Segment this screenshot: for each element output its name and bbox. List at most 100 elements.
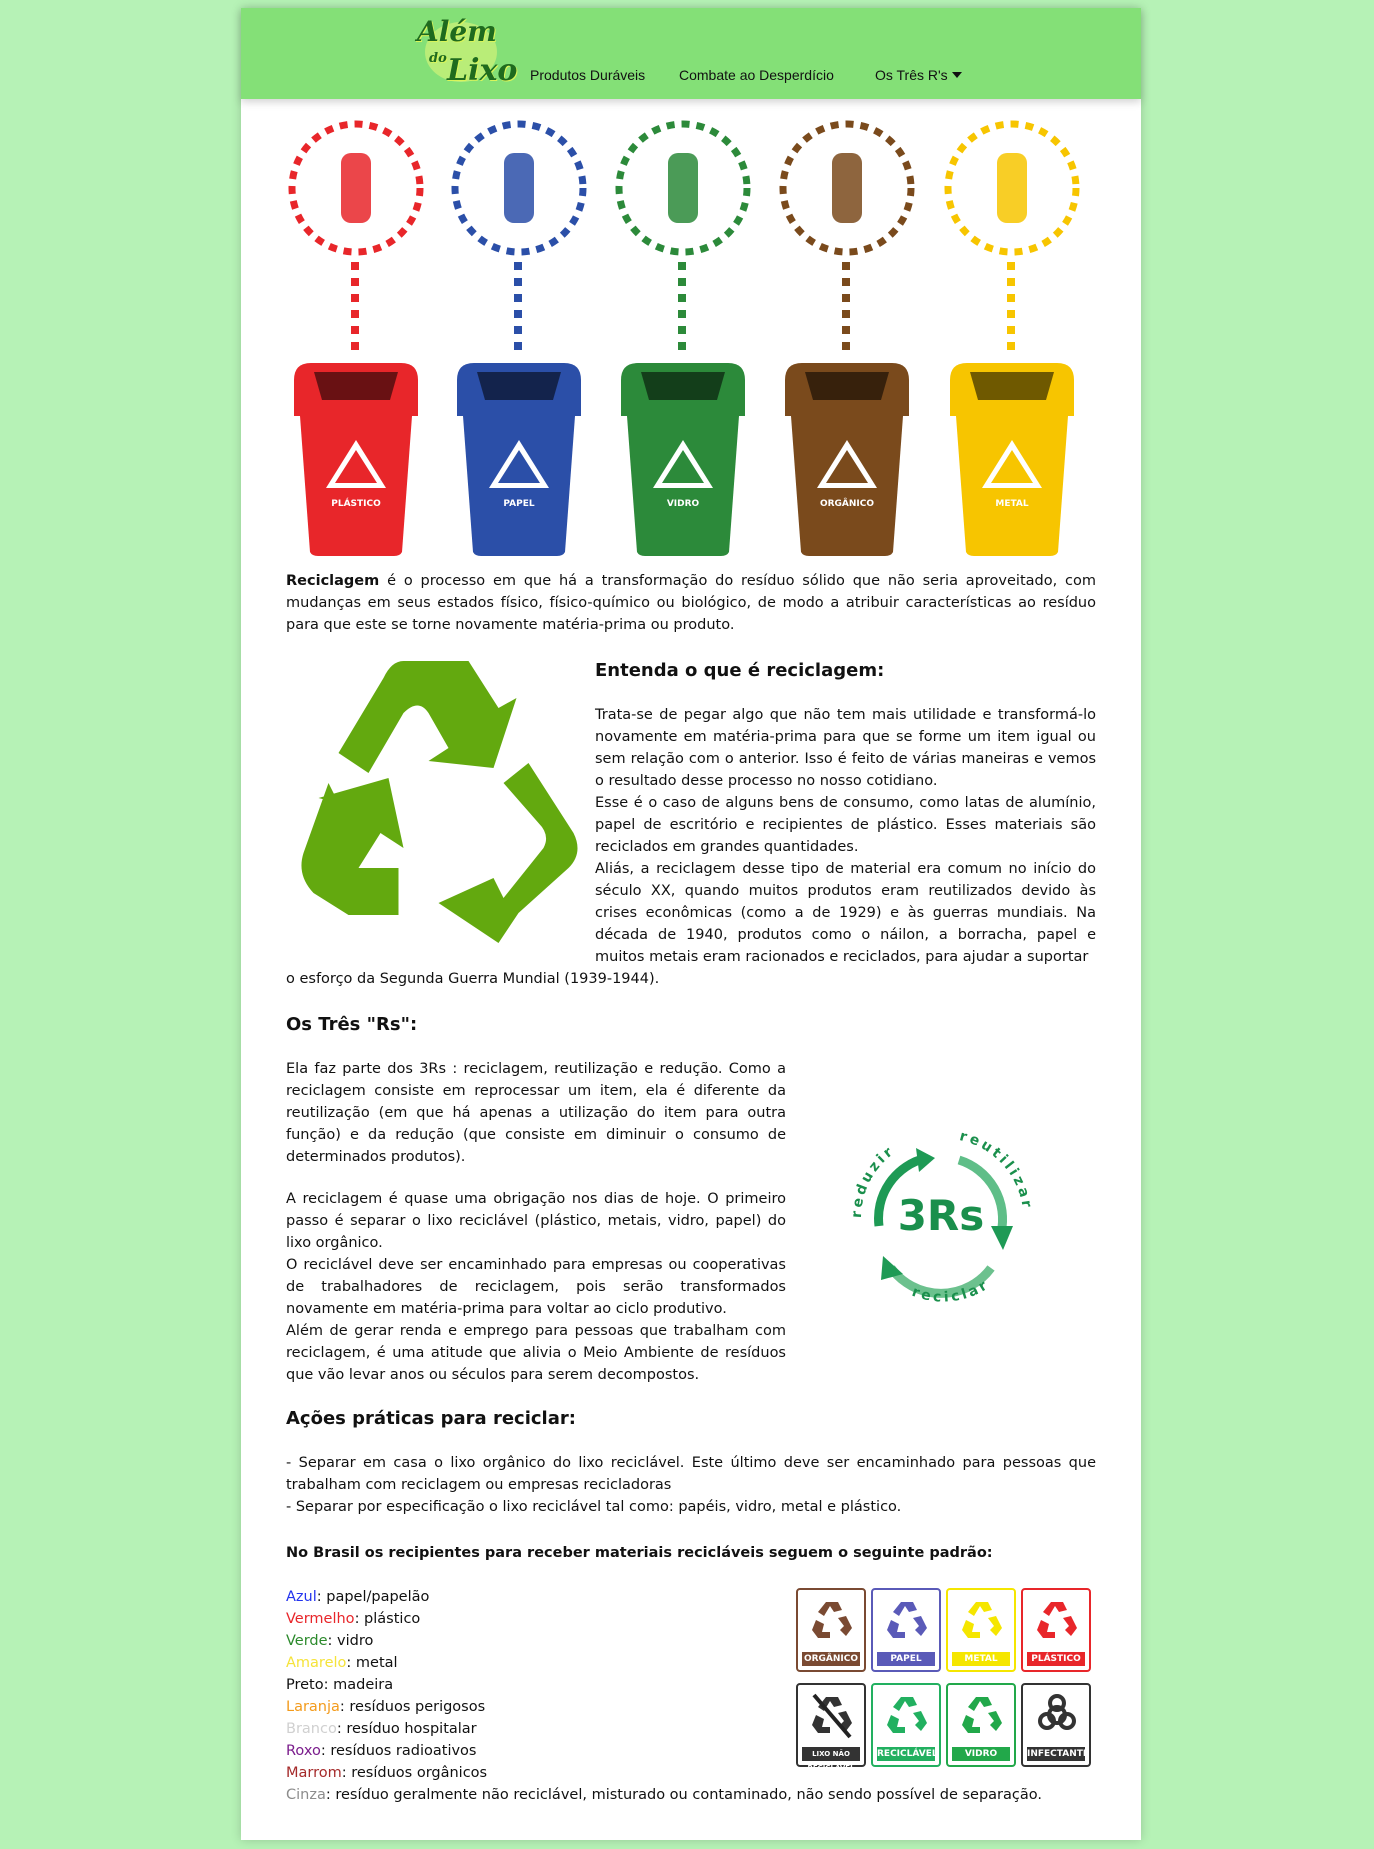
color-name: Amarelo [286,1655,347,1671]
bin-can-icon: VIDRO [621,363,745,556]
recycling-bin: METAL [942,118,1082,558]
logo-text-line1: Além [417,15,497,48]
bin-label: PLÁSTICO [331,497,381,509]
recycling-bin: PLÁSTICO [286,118,426,558]
bin-can-icon: ORGÂNICO [785,363,909,556]
three-rs-badge: 3Rs reduzir reutilizar reciclar [831,1108,1051,1328]
color-name: Branco [286,1721,337,1737]
dashed-connector [842,262,850,358]
dashed-connector [351,262,359,358]
bin-label-text: INFECTANTE [1027,1747,1090,1761]
recycling-bin: VIDRO [613,118,753,558]
nav-combate-desperdicio[interactable]: Combate ao Desperdício [679,66,834,84]
bin-label-text: METAL [952,1652,1010,1666]
section1-p2: Esse é o caso de alguns bens de consumo,… [595,795,1096,855]
recycle-icon [962,1697,1002,1733]
section1-title: Entenda o que é reciclagem: [595,660,885,681]
navbar: Além do Lixo Produtos Duráveis Combate a… [241,8,1141,99]
recycling-bin: ORGÂNICO [777,118,917,558]
color-desc: : resíduos radioativos [320,1743,477,1759]
color-desc: : madeira [323,1677,394,1693]
caret-down-icon [951,72,962,78]
logo-text-line2: do [429,51,447,66]
standard-title: No Brasil os recipientes para receber ma… [286,1545,993,1561]
bin-label-text: LIXO NÃO RECICLÁVEL [802,1747,860,1772]
bin-label-card: LIXO NÃO RECICLÁVEL [796,1683,866,1772]
section2-title: Os Três "Rs": [286,1014,418,1035]
color-name: Laranja [286,1699,340,1715]
section2-p3: O reciclável deve ser encaminhado para e… [286,1257,786,1317]
color-desc: : vidro [327,1633,374,1649]
apple-icon [779,120,915,256]
bin-label: PAPEL [503,499,534,509]
recycle-icon [812,1602,852,1638]
section2-p2: A reciclagem é quase uma obrigação nos d… [286,1191,786,1251]
intro-term: Reciclagem [286,573,380,589]
section1-p1: Trata-se de pegar algo que não tem mais … [595,707,1096,789]
section1-p3-tail: o esforço da Segunda Guerra Mundial (193… [286,971,660,987]
three-rs-cycle-icon: 3Rs reduzir reutilizar reciclar [849,1128,1032,1306]
recycle-icon [962,1602,1002,1638]
three-rs-reciclar: reciclar [910,1276,990,1305]
recycle-icon [1037,1602,1077,1638]
recycle-icon [887,1697,927,1733]
nav-produtos-duraveis[interactable]: Produtos Duráveis [530,66,645,84]
bin-can-icon: PAPEL [457,363,581,556]
color-desc: : resíduo geralmente não reciclável, mis… [325,1787,1042,1803]
nav-tres-rs-dropdown[interactable]: Os Três R's [875,66,962,84]
three-rs-center-text: 3Rs [898,1191,985,1240]
section1-p3: Aliás, a reciclagem desse tipo de materi… [595,861,1096,965]
section2-p1: Ela faz parte dos 3Rs : reciclagem, reut… [286,1061,786,1165]
biohazard-icon [1038,1694,1076,1730]
intro-text: é o processo em que há a transformação d… [286,573,1096,633]
color-name: Verde [286,1633,328,1649]
color-name: Roxo [286,1743,321,1759]
dashed-connector [514,262,522,358]
svg-text:reciclar: reciclar [910,1276,993,1305]
color-desc: : resíduo hospitalar [336,1721,477,1737]
bin-label-text: PLÁSTICO [1027,1652,1085,1666]
bin-label-card: INFECTANTE [1021,1683,1091,1767]
site-logo[interactable]: Além do Lixo [409,12,517,96]
dashed-connector [1007,262,1015,358]
bin-label-text: VIDRO [952,1747,1010,1761]
jar-icon [615,120,751,256]
recycle-icon [887,1602,927,1638]
intro-paragraph: Reciclagem é o processo em que há a tran… [286,570,1096,636]
color-desc: : resíduos orgânicos [341,1765,488,1781]
no-recycle-icon [812,1693,852,1739]
bin-label-card: PAPEL [871,1588,941,1672]
paper-icon [451,120,587,256]
bin-label-card: VIDRO [946,1683,1016,1767]
nav-tres-rs-label: Os Três R's [875,67,948,83]
color-desc: : metal [346,1655,398,1671]
section3-line1: - Separar em casa o lixo orgânico do lix… [286,1455,1096,1493]
recycling-bins-illustration: PLÁSTICO PAPEL VIDRO ORGÂNICO METAL [286,118,1096,558]
section3-title: Ações práticas para reciclar: [286,1408,576,1429]
logo-text-line3: Lixo [447,53,518,88]
color-name: Azul [286,1589,317,1605]
color-desc: : plástico [354,1611,421,1627]
bin-label-text: PAPEL [877,1652,935,1666]
bin-label-text: ORGÂNICO [802,1652,860,1666]
section2-p4: Além de gerar renda e emprego para pesso… [286,1323,786,1383]
can-icon [944,120,1080,256]
recycling-bin: PAPEL [449,118,589,558]
bin-label-card: RECICLÁVEL [871,1683,941,1767]
color-desc: : resíduos perigosos [339,1699,486,1715]
page-card: Além do Lixo Produtos Duráveis Combate a… [241,8,1141,1840]
bin-label-card: PLÁSTICO [1021,1588,1091,1672]
recycle-symbol-icon [301,661,578,943]
bin-label: VIDRO [667,499,700,509]
bin-can-icon: METAL [950,363,1074,556]
bin-label: ORGÂNICO [820,497,874,509]
dashed-connector [678,262,686,358]
bin-label: METAL [995,499,1029,509]
bottle-icon [288,120,424,256]
color-name: Cinza [286,1787,326,1803]
color-name: Marrom [286,1765,342,1781]
section3-line2: - Separar por especificação o lixo recic… [286,1499,902,1515]
bin-label-card: ORGÂNICO [796,1588,866,1672]
bin-label-icons: ORGÂNICO PAPEL METAL PLÁSTICO LIXO NÃO RECIC… [796,1588,1096,1778]
color-desc: : papel/papelão [316,1589,430,1605]
